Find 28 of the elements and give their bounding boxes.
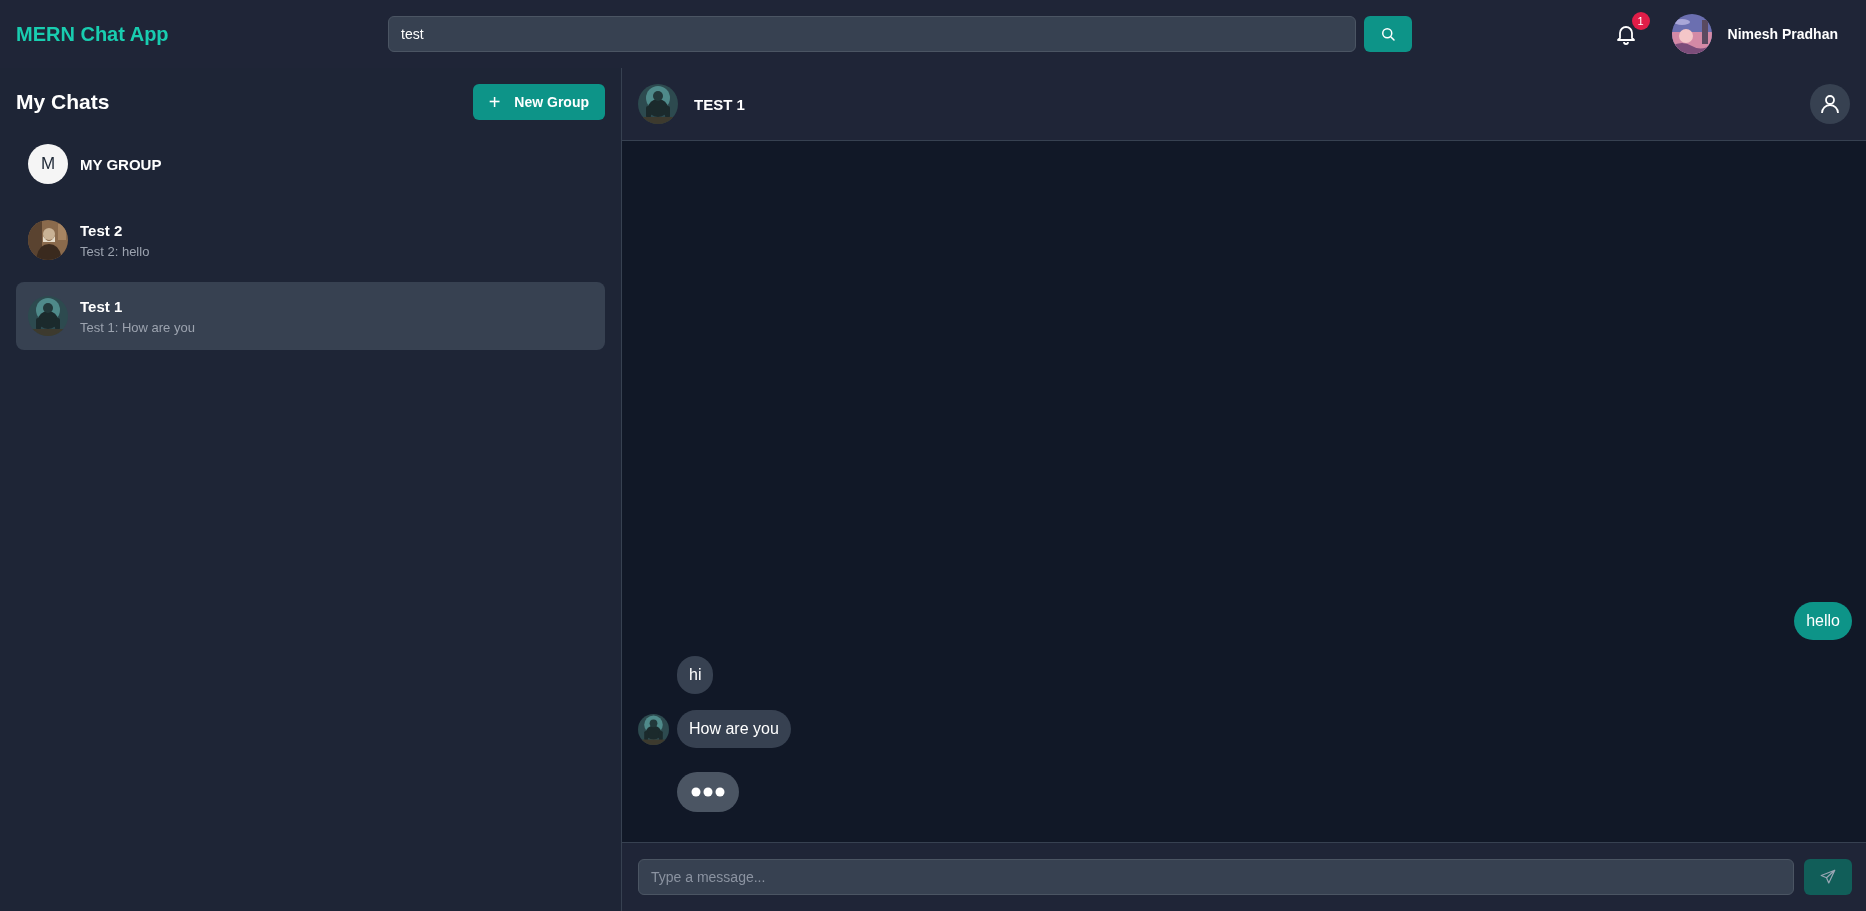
- app-logo[interactable]: MERN Chat App: [16, 22, 388, 46]
- send-button[interactable]: [1804, 859, 1852, 895]
- new-group-button[interactable]: + New Group: [472, 84, 605, 120]
- notification-badge: 1: [1631, 12, 1650, 30]
- chat-list-item[interactable]: Test 1 Test 1: How are you: [16, 282, 605, 350]
- message-bubble: How are you: [677, 710, 791, 748]
- user-icon: [1818, 92, 1842, 116]
- user-name[interactable]: Nimesh Pradhan: [1727, 26, 1838, 42]
- search-button[interactable]: [1364, 16, 1412, 52]
- chat-name: Test 2: [80, 221, 124, 239]
- sidebar-title: My Chats: [16, 90, 110, 114]
- avatar: M: [28, 144, 68, 184]
- search-field[interactable]: test: [388, 16, 1356, 52]
- profile-button[interactable]: [1810, 84, 1850, 124]
- chat-list-item[interactable]: M MY GROUP: [16, 130, 605, 198]
- chat-preview: Test 1: How are you: [80, 319, 195, 335]
- typing-dots-icon: [691, 786, 725, 798]
- chat-preview: Test 2: hello: [80, 243, 150, 259]
- message-bubble: hello: [1794, 602, 1852, 640]
- send-icon: [1819, 868, 1837, 886]
- plus-icon: +: [488, 90, 501, 114]
- message-bubble: hi: [677, 656, 714, 694]
- chat-title: TEST 1: [694, 95, 745, 113]
- chat-name: MY GROUP: [80, 155, 162, 173]
- chat-name: Test 1: [80, 297, 124, 315]
- search-icon: [1379, 25, 1397, 43]
- chat-list-item[interactable]: Test 2 Test 2: hello: [16, 206, 605, 274]
- message-field[interactable]: Type a message...: [638, 859, 1794, 895]
